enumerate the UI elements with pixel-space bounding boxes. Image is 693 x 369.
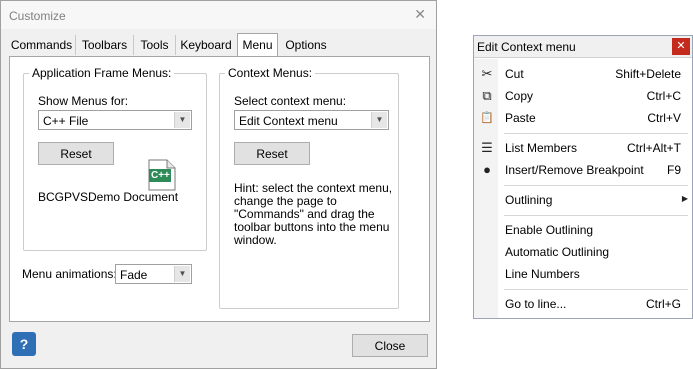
menu-separator (504, 289, 688, 290)
menu-animations-value: Fade (120, 268, 148, 282)
dialog-title: Customize (9, 9, 66, 23)
customize-dialog: Customize ✕ Commands Toolbars Tools Keyb… (0, 0, 437, 369)
show-menus-combo[interactable]: C++ File ▼ (38, 110, 192, 130)
menu-window-title: Edit Context menu (477, 40, 576, 54)
menu-item-enable-outlining[interactable]: Enable Outlining (474, 219, 692, 241)
context-menu-combo[interactable]: Edit Context menu ▼ (234, 110, 389, 130)
show-menus-label: Show Menus for: (38, 94, 129, 108)
menu-separator (504, 185, 688, 186)
menu-item-cut[interactable]: ✂ Cut Shift+Delete (474, 63, 692, 85)
menu-window-close-icon[interactable]: ✕ (672, 38, 690, 55)
menu-window-title-bar[interactable]: Edit Context menu ✕ (474, 36, 692, 58)
show-menus-value: C++ File (43, 114, 89, 128)
select-context-menu-label: Select context menu: (234, 94, 347, 108)
menu-item-breakpoint[interactable]: ● Insert/Remove Breakpoint F9 (474, 159, 692, 181)
menu-animations-combo[interactable]: Fade ▼ (115, 264, 192, 284)
dialog-title-bar[interactable]: Customize ✕ (1, 1, 436, 29)
cpp-file-icon: C++ (147, 159, 177, 191)
help-icon[interactable]: ? (12, 332, 36, 356)
edit-context-menu-window: Edit Context menu ✕ ✂ Cut Shift+Delete ⧉… (473, 35, 693, 319)
app-frame-menus-group: Application Frame Menus: Show Menus for:… (23, 66, 207, 251)
cpp-icon-text: C++ (151, 170, 170, 181)
menu-item-line-numbers[interactable]: Line Numbers (474, 263, 692, 285)
context-menus-label: Context Menus: (225, 66, 316, 80)
list-members-icon: ☰ (481, 140, 493, 155)
app-menus-reset-button[interactable]: Reset (38, 142, 114, 165)
menu-item-list-members[interactable]: ☰ List Members Ctrl+Alt+T (474, 137, 692, 159)
tab-keyboard[interactable]: Keyboard (176, 35, 236, 55)
dialog-close-icon[interactable]: ✕ (414, 6, 426, 23)
tab-toolbars[interactable]: Toolbars (76, 35, 134, 55)
chevron-down-icon[interactable]: ▼ (371, 112, 387, 128)
menu-item-go-to-line[interactable]: Go to line... Ctrl+G (474, 293, 692, 315)
menu-animations-label: Menu animations: (22, 267, 117, 281)
close-button[interactable]: Close (352, 334, 428, 357)
chevron-down-icon[interactable]: ▼ (174, 112, 190, 128)
tab-options[interactable]: Options (280, 35, 332, 55)
copy-icon: ⧉ (482, 88, 492, 103)
hint-text: Hint: select the context menu, change th… (234, 181, 393, 247)
menu-item-copy[interactable]: ⧉ Copy Ctrl+C (474, 85, 692, 107)
menu-item-automatic-outlining[interactable]: Automatic Outlining (474, 241, 692, 263)
submenu-arrow-icon: ▶ (681, 194, 688, 203)
menu-tab-panel: Application Frame Menus: Show Menus for:… (9, 56, 430, 322)
scissors-icon: ✂ (481, 66, 493, 81)
tab-menu[interactable]: Menu (237, 33, 278, 56)
tab-commands[interactable]: Commands (8, 35, 76, 55)
menu-separator (504, 133, 688, 134)
menu-separator (504, 215, 688, 216)
chevron-down-icon[interactable]: ▼ (174, 266, 190, 282)
tab-tools[interactable]: Tools (134, 35, 176, 55)
document-label: BCGPVSDemo Document (38, 190, 179, 204)
menu-item-paste[interactable]: 📋 Paste Ctrl+V (474, 107, 692, 129)
paste-icon: 📋 (480, 112, 494, 124)
context-menu-value: Edit Context menu (239, 114, 338, 128)
breakpoint-icon: ● (483, 162, 491, 177)
context-menus-group: Context Menus: Select context menu: Edit… (219, 66, 399, 309)
context-menus-reset-button[interactable]: Reset (234, 142, 310, 165)
menu-item-outlining[interactable]: Outlining ▶ (474, 189, 692, 211)
app-frame-menus-label: Application Frame Menus: (29, 66, 175, 80)
